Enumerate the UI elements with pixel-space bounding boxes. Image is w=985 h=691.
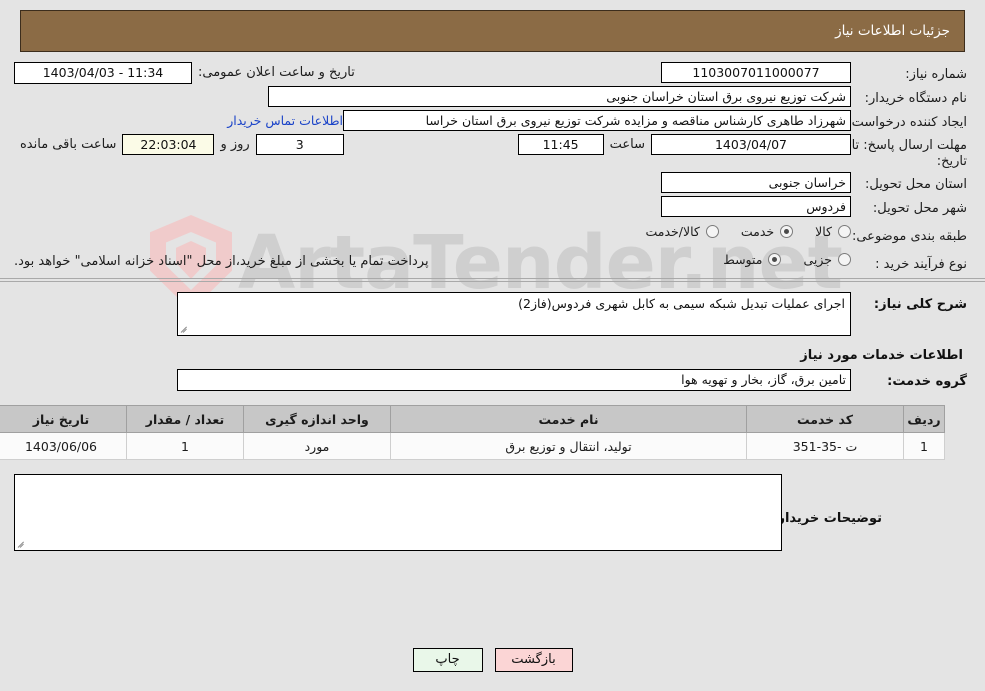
purchase-type-option-label: جزیی [803, 252, 832, 267]
purchase-type-option-label: متوسط [723, 252, 763, 267]
buyer-notes-label: توضیحات خریدار: [772, 511, 882, 526]
resize-grip-icon[interactable] [17, 539, 27, 549]
services-section-title: اطلاعات خدمات مورد نیاز [800, 348, 963, 363]
cell-date: 1403/06/06 [0, 432, 127, 460]
buyer-notes-textarea[interactable] [14, 474, 782, 551]
cell-qty: 1 [126, 432, 244, 460]
remaining-clock-value: 22:03:04 [122, 134, 215, 155]
radio-icon[interactable] [838, 225, 851, 238]
category-option-label: کالا [815, 224, 832, 239]
payment-note: پرداخت تمام یا بخشی از مبلغ خرید،از محل … [14, 254, 429, 269]
window-titlebar: جزئیات اطلاعات نیاز [20, 10, 965, 52]
row-description: شرح کلی نیاز: اجرای عملیات تبدیل شبکه سی… [0, 292, 985, 336]
resize-grip-icon[interactable] [180, 324, 190, 334]
row-category: طبقه بندی موضوعی: کالا خدمت کالا/خدمت [0, 224, 985, 246]
row-buyer-notes: توضیحات خریدار: [0, 474, 985, 551]
buyer-org-value: شرکت توزیع نیروی برق استان خراسان جنوبی [268, 86, 851, 107]
need-number-label: شماره نیاز: [905, 67, 967, 82]
table-col-row: ردیف [903, 405, 945, 433]
divider-1 [0, 278, 985, 279]
remaining-days-label: روز و [220, 137, 250, 152]
table-col-date: تاریخ نیاز [0, 405, 127, 433]
table-col-name: نام خدمت [390, 405, 747, 433]
form-content: شماره نیاز: 1103007011000077 تاریخ و ساع… [0, 62, 985, 553]
cell-name: تولید، انتقال و توزیع برق [390, 432, 747, 460]
row-buyer-org: نام دستگاه خریدار: شرکت توزیع نیروی برق … [0, 86, 985, 108]
remaining-days-value: 3 [255, 134, 344, 155]
description-textarea[interactable]: اجرای عملیات تبدیل شبکه سیمی به کابل شهر… [177, 292, 851, 336]
back-button[interactable]: بازگشت [494, 648, 573, 672]
purchase-type-option-jozei[interactable]: جزیی [803, 252, 851, 267]
radio-icon[interactable] [838, 253, 851, 266]
buyer-org-label: نام دستگاه خریدار: [864, 91, 967, 106]
table-col-unit: واحد اندازه گیری [243, 405, 391, 433]
deadline-date-value: 1403/04/07 [651, 134, 851, 155]
delivery-city-value: فردوس [661, 196, 851, 217]
services-table: ردیف کد خدمت نام خدمت واحد اندازه گیری ت… [0, 405, 945, 460]
row-need-number: شماره نیاز: 1103007011000077 تاریخ و ساع… [0, 62, 985, 84]
delivery-province-label: استان محل تحویل: [865, 177, 967, 192]
delivery-city-label: شهر محل تحویل: [872, 201, 967, 216]
purchase-type-label: نوع فرآیند خرید : [875, 257, 967, 272]
radio-icon[interactable] [705, 225, 719, 238]
row-creator: ایجاد کننده درخواست: شهرزاد طاهری کارشنا… [0, 110, 985, 132]
deadline-hour-label: ساعت [609, 137, 645, 152]
delivery-province-value: خراسان جنوبی [661, 172, 851, 193]
row-service-group: گروه خدمت: تامین برق، گاز، بخار و تهویه … [0, 369, 985, 391]
category-option-kala-khedmat[interactable]: کالا/خدمت [645, 224, 719, 239]
category-option-label: کالا/خدمت [645, 224, 700, 239]
row-deadline: مهلت ارسال پاسخ: تا تاریخ: 1403/04/07 سا… [0, 134, 985, 170]
description-value: اجرای عملیات تبدیل شبکه سیمی به کابل شهر… [518, 296, 845, 311]
radio-icon[interactable] [768, 253, 782, 266]
cell-unit: مورد [243, 432, 391, 460]
deadline-time-value: 11:45 [517, 134, 604, 155]
cell-row: 1 [903, 432, 945, 460]
row-purchase-type: نوع فرآیند خرید : جزیی متوسط پرداخت تمام… [0, 252, 985, 274]
category-option-kala[interactable]: کالا [815, 224, 851, 239]
deadline-label: مهلت ارسال پاسخ: تا تاریخ: [851, 138, 967, 169]
service-group-label: گروه خدمت: [887, 374, 967, 389]
page-title: جزئیات اطلاعات نیاز [835, 23, 950, 39]
table-header-row: ردیف کد خدمت نام خدمت واحد اندازه گیری ت… [0, 405, 945, 433]
service-group-value: تامین برق، گاز، بخار و تهویه هوا [177, 369, 851, 391]
public-announce-value: 11:34 - 1403/04/03 [14, 62, 192, 84]
purchase-type-radio-group[interactable]: جزیی متوسط [701, 252, 851, 267]
description-label: شرح کلی نیاز: [873, 297, 967, 312]
category-option-label: خدمت [740, 224, 775, 239]
cell-code: ت -35-351 [746, 432, 904, 460]
table-col-qty: تعداد / مقدار [126, 405, 244, 433]
print-button[interactable]: چاپ [412, 648, 483, 672]
category-radio-group[interactable]: کالا خدمت کالا/خدمت [623, 224, 851, 239]
buyer-contact-link[interactable]: اطلاعات تماس خریدار [227, 110, 343, 128]
remaining-clock-label: ساعت باقی مانده [20, 137, 117, 152]
category-label: طبقه بندی موضوعی: [851, 229, 967, 244]
table-col-code: کد خدمت [746, 405, 904, 433]
services-table-wrap: ردیف کد خدمت نام خدمت واحد اندازه گیری ت… [0, 405, 985, 460]
creator-value: شهرزاد طاهری کارشناس مناقصه و مزایده شرک… [343, 110, 851, 131]
creator-label: ایجاد کننده درخواست: [847, 115, 967, 130]
radio-icon[interactable] [780, 225, 794, 238]
row-delivery-province: استان محل تحویل: خراسان جنوبی [0, 172, 985, 194]
need-number-value: 1103007011000077 [661, 62, 851, 83]
category-option-khedmat[interactable]: خدمت [740, 224, 794, 239]
page-root: ArtaTender.net جزئیات اطلاعات نیاز شماره… [0, 0, 985, 691]
divider-2 [0, 281, 985, 282]
purchase-type-option-motevaset[interactable]: متوسط [723, 252, 782, 267]
public-announce-label: تاریخ و ساعت اعلان عمومی: [198, 65, 355, 80]
action-buttons: بازگشت چاپ [0, 648, 985, 672]
table-row: 1 ت -35-351 تولید، انتقال و توزیع برق مو… [0, 432, 945, 460]
row-delivery-city: شهر محل تحویل: فردوس [0, 196, 985, 218]
